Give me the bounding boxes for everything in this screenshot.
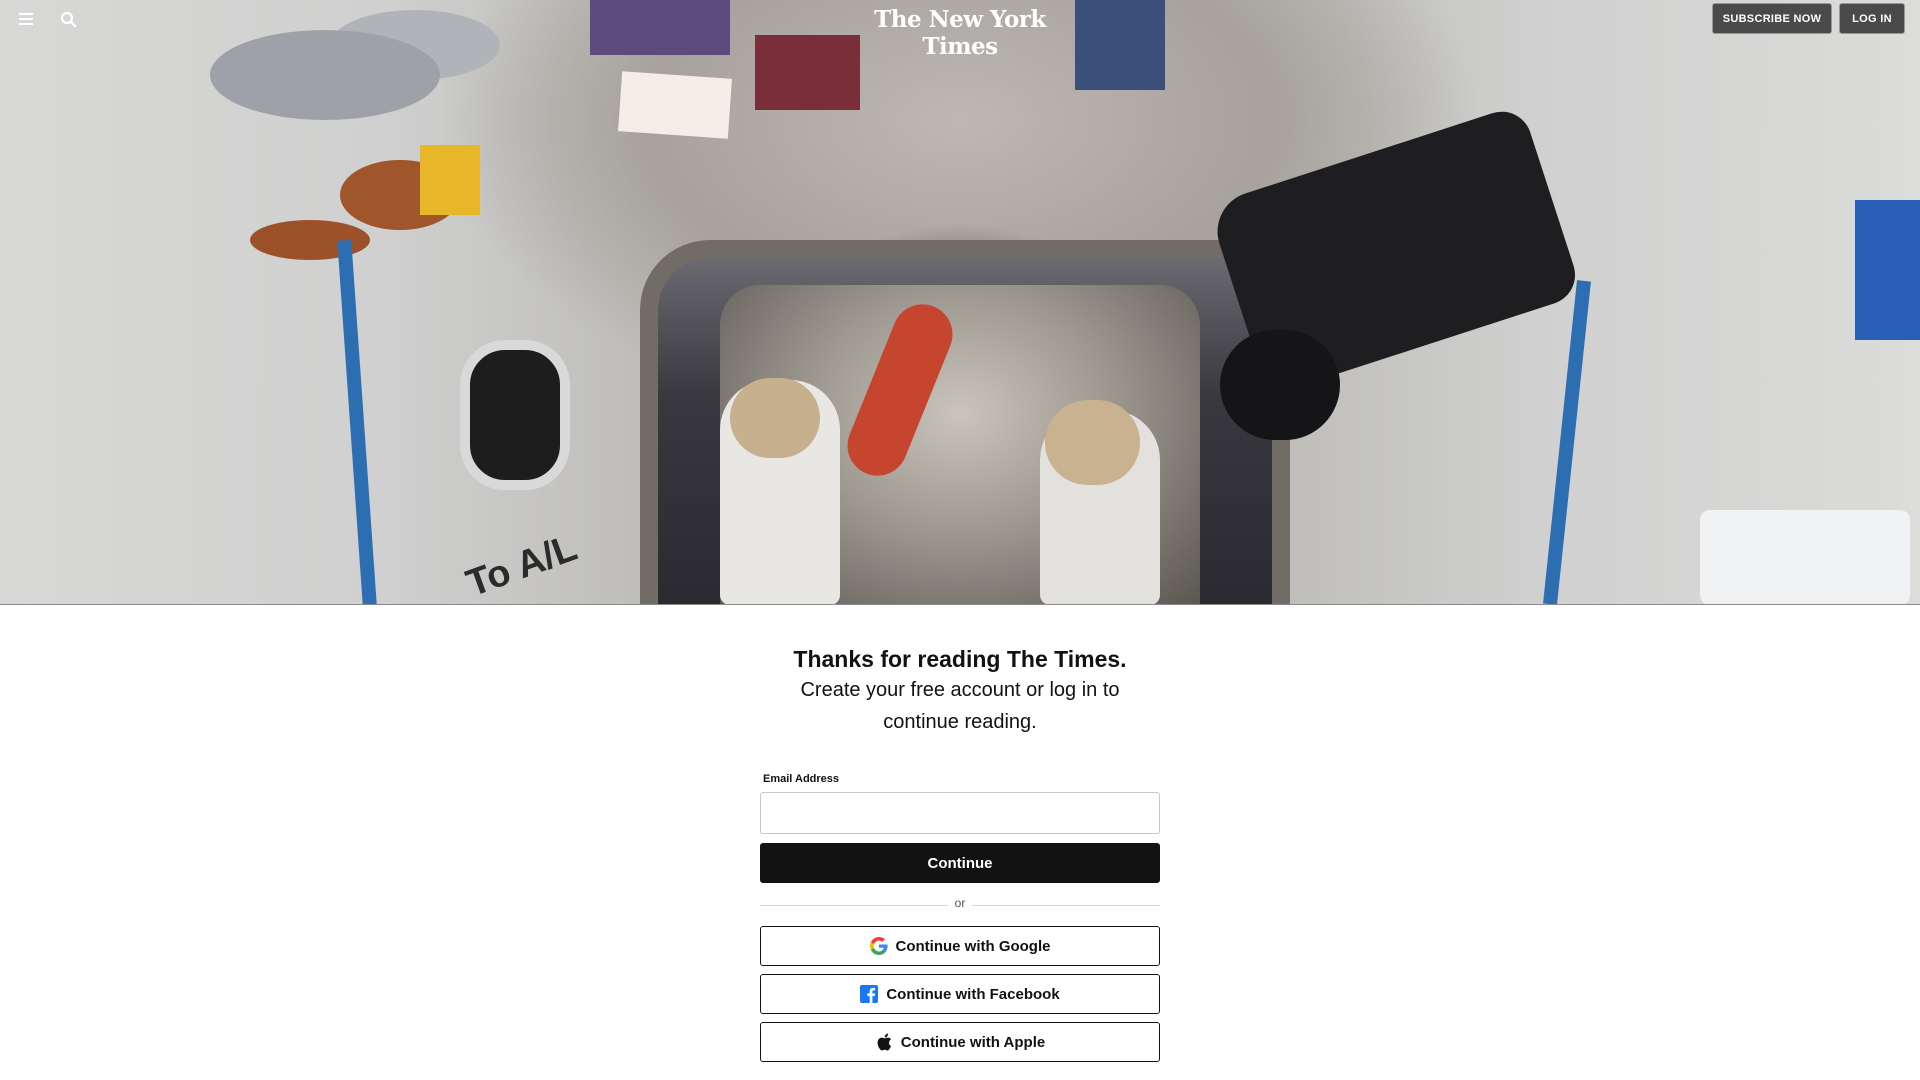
- or-divider: or: [760, 896, 1160, 916]
- nyt-logo[interactable]: The New York Times: [860, 6, 1060, 60]
- blue-handrail: [337, 239, 377, 605]
- facebook-icon: [860, 985, 879, 1003]
- hero-divider: [0, 604, 1920, 605]
- facebook-button-label: Continue with Facebook: [886, 985, 1060, 1003]
- continue-button[interactable]: Continue: [760, 843, 1160, 883]
- login-button[interactable]: LOG IN: [1839, 3, 1905, 34]
- divider-text: or: [954, 896, 966, 910]
- helmet-cover-left: [730, 378, 820, 458]
- duct-tape-roll: [210, 30, 440, 120]
- airlock-sign: To A/L: [461, 526, 583, 605]
- divider-line: [972, 905, 1160, 906]
- crew-photo: [755, 35, 860, 110]
- hero-image: To A/L: [0, 0, 1920, 605]
- continue-with-google-button[interactable]: Continue with Google: [760, 926, 1160, 966]
- search-icon[interactable]: [58, 9, 80, 31]
- email-field[interactable]: [760, 792, 1160, 834]
- email-label: Email Address: [763, 773, 840, 785]
- helmet-cover-right: [1045, 400, 1140, 485]
- wipes-pack: [1700, 510, 1910, 605]
- google-icon: [869, 937, 888, 955]
- divider-line: [760, 905, 948, 906]
- continue-with-facebook-button[interactable]: Continue with Facebook: [760, 974, 1160, 1014]
- closing-hatch-placard: [618, 71, 732, 139]
- yellow-sticker: [420, 145, 480, 215]
- hamburger-menu-icon[interactable]: [14, 10, 38, 30]
- google-button-label: Continue with Google: [895, 937, 1051, 955]
- registration-panel: Thanks for reading The Times. Create you…: [760, 640, 1160, 1062]
- camera-lens: [1220, 330, 1340, 440]
- continue-with-apple-button[interactable]: Continue with Apple: [760, 1022, 1160, 1062]
- paywall-subhead: Create your free account or log in to co…: [800, 679, 1120, 733]
- apple-icon: [875, 1033, 893, 1051]
- paywall-headline: Thanks for reading The Times.: [793, 646, 1127, 672]
- blue-storage-bag: [1855, 200, 1920, 340]
- apple-button-label: Continue with Apple: [900, 1033, 1046, 1051]
- subscribe-button[interactable]: SUBSCRIBE NOW: [1712, 3, 1832, 34]
- top-bar: The New York Times SUBSCRIBE NOW LOG IN: [0, 0, 1920, 60]
- blue-handrail: [1543, 280, 1591, 605]
- porthole-window: [460, 340, 570, 490]
